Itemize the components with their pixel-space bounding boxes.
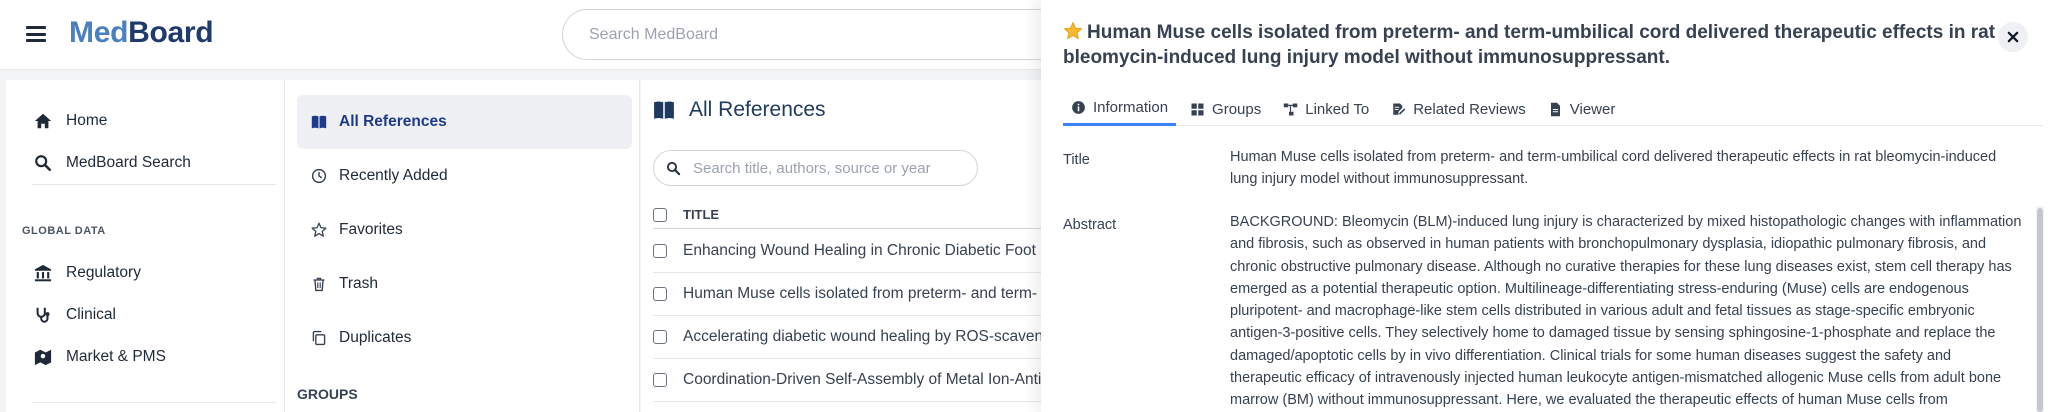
edit-doc-icon <box>1393 103 1406 115</box>
column-header-title[interactable]: TITLE <box>683 207 719 222</box>
tab-label: Viewer <box>1569 100 1616 118</box>
abstract-scrollbar[interactable] <box>2036 206 2044 412</box>
sidebar-item-regulatory[interactable]: Regulatory <box>34 264 141 282</box>
row-checkbox[interactable] <box>653 330 667 344</box>
sidebar-item-medboard-search[interactable]: MedBoard Search <box>34 154 191 172</box>
sidebar-divider <box>32 402 276 403</box>
global-search <box>562 9 1082 60</box>
menu-icon[interactable] <box>26 26 46 42</box>
tab-related-reviews[interactable]: Related Reviews <box>1383 92 1534 126</box>
row-checkbox[interactable] <box>653 244 667 258</box>
table-row[interactable]: Accelerating diabetic wound healing by R… <box>653 316 1041 359</box>
bank-icon <box>34 264 52 282</box>
references-search-input[interactable] <box>693 159 953 177</box>
reference-title: Human Muse cells isolated from preterm- … <box>1063 20 2013 70</box>
nav-recently-added[interactable]: Recently Added <box>297 149 632 203</box>
logo[interactable]: MedBoard <box>69 16 214 50</box>
sidebar-item-market-pms[interactable]: Market & PMS <box>34 348 166 366</box>
references-nav: All References Recently Added Favorites … <box>284 80 640 412</box>
detail-tabs: Information Groups Linked To Related Rev… <box>1063 92 2043 126</box>
row-title[interactable]: Accelerating diabetic wound healing by R… <box>683 328 1041 346</box>
page-title-text: All References <box>689 98 826 121</box>
tab-label: Information <box>1093 99 1169 116</box>
close-icon <box>2007 31 2019 43</box>
logo-text-med: Med <box>69 16 129 49</box>
tab-label: Linked To <box>1305 100 1370 118</box>
tab-label: Related Reviews <box>1413 100 1526 118</box>
tab-information[interactable]: Information <box>1063 92 1177 126</box>
nav-label: Recently Added <box>339 167 448 184</box>
references-list: All References TITLE Enhancing Wound Hea… <box>641 80 1041 412</box>
tab-viewer[interactable]: Viewer <box>1540 92 1624 126</box>
map-users-icon <box>34 349 52 366</box>
logo-text-board: Board <box>128 16 214 49</box>
groups-heading: GROUPS <box>297 386 358 402</box>
nav-label: Trash <box>339 275 379 292</box>
sidebar-item-label: Clinical <box>66 306 116 323</box>
clock-icon <box>311 168 327 184</box>
star-icon <box>311 222 327 237</box>
row-checkbox[interactable] <box>653 373 667 387</box>
book-icon <box>654 101 674 119</box>
grid-icon <box>1191 103 1204 115</box>
nav-duplicates[interactable]: Duplicates <box>297 311 632 365</box>
trash-icon <box>313 277 325 292</box>
duplicate-icon <box>312 330 326 346</box>
hierarchy-icon <box>1284 103 1298 115</box>
abstract-value: BACKGROUND: Bleomycin (BLM)-induced lung… <box>1230 214 2022 409</box>
nav-label: All References <box>339 113 447 130</box>
tab-label: Groups <box>1212 100 1262 118</box>
close-button[interactable] <box>1998 22 2028 52</box>
nav-all-references[interactable]: All References <box>297 95 632 149</box>
star-icon[interactable] <box>1063 21 1083 41</box>
tab-groups[interactable]: Groups <box>1182 92 1269 126</box>
nav-label: Duplicates <box>339 329 412 346</box>
title-label: Title <box>1063 152 1090 168</box>
scrollbar-thumb[interactable] <box>2037 208 2043 412</box>
file-icon <box>1550 102 1560 116</box>
search-icon <box>666 161 681 175</box>
sidebar-item-home[interactable]: Home <box>34 112 107 130</box>
global-search-input[interactable] <box>563 10 1081 59</box>
sidebar: Home MedBoard Search GLOBAL DATA Regulat… <box>6 80 284 412</box>
sidebar-item-clinical[interactable]: Clinical <box>34 306 116 324</box>
sidebar-item-label: Regulatory <box>66 264 141 281</box>
book-icon <box>311 115 327 129</box>
page-title: All References <box>653 98 826 122</box>
sidebar-item-label: MedBoard Search <box>66 154 191 171</box>
row-title[interactable]: Coordination-Driven Self-Assembly of Met… <box>683 371 1041 389</box>
table-row[interactable]: Enhancing Wound Healing in Chronic Diabe… <box>653 230 1041 273</box>
reference-detail-panel: Human Muse cells isolated from preterm- … <box>1041 0 2048 412</box>
nav-favorites[interactable]: Favorites <box>297 203 632 257</box>
row-title[interactable]: Enhancing Wound Healing in Chronic Diabe… <box>683 242 1041 260</box>
stethoscope-icon <box>36 307 50 323</box>
references-search <box>653 150 978 186</box>
nav-label: Favorites <box>339 221 403 238</box>
row-title[interactable]: Human Muse cells isolated from preterm- … <box>683 285 1037 303</box>
table-header: TITLE <box>653 207 1041 229</box>
reference-title-text: Human Muse cells isolated from preterm- … <box>1063 22 1996 68</box>
table-row[interactable]: Coordination-Driven Self-Assembly of Met… <box>653 359 1041 402</box>
nav-trash[interactable]: Trash <box>297 257 632 311</box>
sidebar-divider <box>32 184 276 185</box>
sidebar-item-label: Market & PMS <box>66 348 166 365</box>
home-icon <box>34 113 52 129</box>
sidebar-item-label: Home <box>66 112 108 129</box>
title-value: Human Muse cells isolated from preterm- … <box>1230 149 1997 188</box>
tab-linked-to[interactable]: Linked To <box>1275 92 1377 126</box>
search-icon <box>35 155 52 172</box>
table-row[interactable]: Human Muse cells isolated from preterm- … <box>653 273 1041 316</box>
abstract-label: Abstract <box>1063 217 1117 233</box>
global-data-label: GLOBAL DATA <box>22 225 106 237</box>
select-all-checkbox[interactable] <box>653 207 667 222</box>
info-icon <box>1072 101 1085 114</box>
row-checkbox[interactable] <box>653 287 667 301</box>
